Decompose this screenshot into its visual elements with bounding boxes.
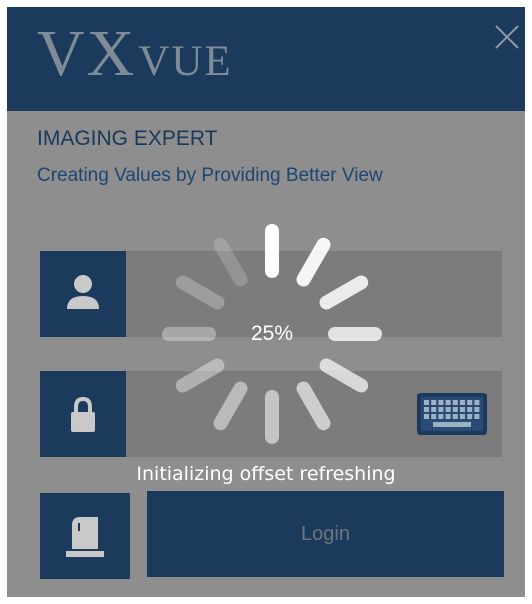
keyboard-key (424, 400, 429, 405)
virtual-keyboard-button[interactable] (415, 391, 489, 437)
password-field-icon-box (40, 371, 134, 457)
user-icon (67, 275, 99, 309)
keyboard-key (438, 414, 444, 419)
logo-vx-text: VX (37, 17, 137, 90)
vxvue-logo: VXVUE (37, 21, 233, 87)
keyboard-key (431, 414, 437, 419)
keyboard-key (438, 400, 444, 405)
keyboard-key (431, 407, 437, 412)
keyboard-key (467, 407, 473, 412)
loading-status-text: Initializing offset refreshing (136, 463, 396, 485)
keyboard-key (445, 414, 451, 419)
sensor-device-button[interactable] (40, 493, 130, 579)
keyboard-key (452, 407, 458, 412)
close-button[interactable] (493, 23, 521, 51)
page-title: IMAGING EXPERT (37, 127, 218, 150)
keyboard-icon (417, 393, 487, 435)
lock-icon (71, 396, 95, 432)
progress-percent: 25% (250, 322, 294, 345)
keyboard-key (467, 400, 473, 405)
login-button[interactable]: Login (147, 491, 504, 577)
keyboard-key (445, 400, 451, 405)
keyboard-key (452, 414, 458, 419)
username-input[interactable] (126, 251, 502, 337)
keyboard-key (452, 400, 458, 405)
keyboard-key (424, 407, 429, 412)
header-bar: VXVUE (7, 7, 525, 111)
sensor-device-icon (66, 517, 104, 557)
keyboard-key (424, 414, 429, 419)
user-field-icon-box (40, 251, 134, 337)
keyboard-key (467, 414, 473, 419)
login-window: VXVUE IMAGING EXPERT Creating Values by … (7, 7, 525, 597)
keyboard-key (474, 414, 480, 419)
keyboard-key (431, 400, 437, 405)
keyboard-key (474, 407, 480, 412)
keyboard-key (474, 400, 480, 405)
keyboard-key (460, 400, 465, 405)
keyboard-key (445, 407, 451, 412)
logo-vue-text: VUE (138, 38, 233, 85)
close-icon (495, 25, 519, 49)
page-subtitle: Creating Values by Providing Better View (37, 165, 383, 186)
keyboard-key (460, 407, 465, 412)
keyboard-key (438, 407, 444, 412)
keyboard-key (460, 414, 465, 419)
